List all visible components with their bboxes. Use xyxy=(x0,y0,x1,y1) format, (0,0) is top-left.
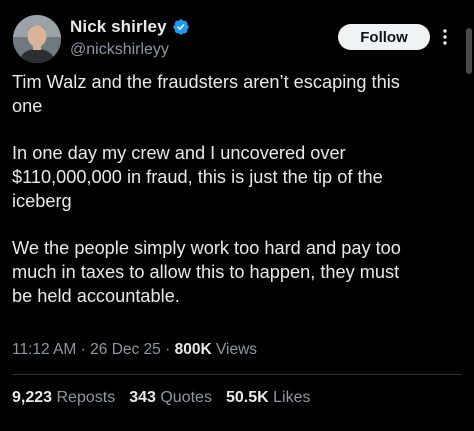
tweet-card: Nick shirley @nickshirleyy Follow Tim Wa… xyxy=(0,0,474,431)
divider xyxy=(12,374,462,375)
quotes-label: Quotes xyxy=(160,389,212,406)
tweet-paragraph: In one day my crew and I uncovered over … xyxy=(12,143,383,211)
reposts-label: Reposts xyxy=(56,389,116,406)
author-name-row: Nick shirley xyxy=(70,16,190,38)
user-avatar-icon xyxy=(13,15,61,63)
tweet-text: Tim Walz and the fraudsters aren’t escap… xyxy=(12,70,466,331)
likes-label: Likes xyxy=(273,389,311,406)
meta-separator: · xyxy=(80,341,86,358)
quotes-stat[interactable]: 343 Quotes xyxy=(129,389,212,407)
reposts-count: 9,223 xyxy=(12,389,53,406)
scrollbar-thumb[interactable] xyxy=(466,28,472,74)
tweet-paragraph: Tim Walz and the fraudsters aren’t escap… xyxy=(12,72,400,116)
likes-stat[interactable]: 50.5K Likes xyxy=(226,389,311,407)
more-options-button[interactable] xyxy=(433,22,457,52)
author-display-name[interactable]: Nick shirley xyxy=(70,17,167,37)
tweet-date[interactable]: 26 Dec 25 xyxy=(90,341,161,358)
avatar[interactable] xyxy=(13,15,61,63)
views-label: Views xyxy=(215,341,258,358)
likes-count: 50.5K xyxy=(225,389,269,406)
author-block: Nick shirley @nickshirleyy xyxy=(70,16,190,59)
quotes-count: 343 xyxy=(129,389,156,406)
views-count: 800K xyxy=(174,341,212,358)
engagement-stats: 9,223 Reposts 343 Quotes 50.5K Likes xyxy=(12,389,310,407)
follow-button[interactable]: Follow xyxy=(338,24,430,50)
verified-badge-icon[interactable] xyxy=(172,18,190,36)
tweet-paragraph: We the people simply work too hard and p… xyxy=(12,238,401,306)
author-handle[interactable]: @nickshirleyy xyxy=(70,41,190,59)
meta-separator: · xyxy=(165,341,171,358)
reposts-stat[interactable]: 9,223 Reposts xyxy=(12,389,115,407)
tweet-metadata: 11:12 AM · 26 Dec 25 · 800K Views xyxy=(12,341,257,359)
tweet-time[interactable]: 11:12 AM xyxy=(12,341,76,358)
vertical-ellipsis-icon xyxy=(443,29,447,45)
